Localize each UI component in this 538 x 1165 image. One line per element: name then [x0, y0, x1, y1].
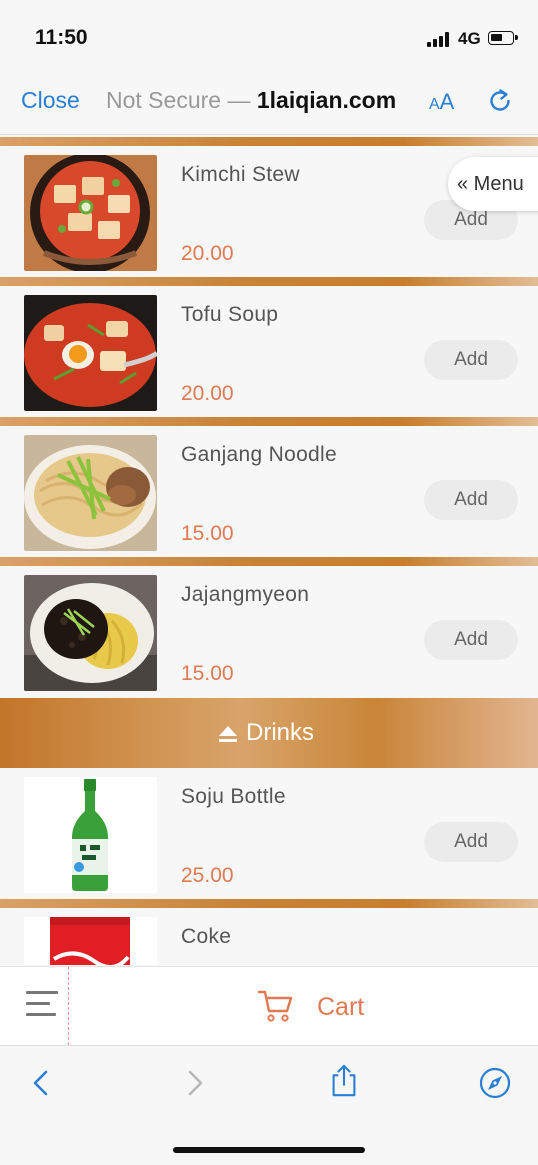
- jajangmyeon-photo: [24, 575, 157, 691]
- compass-icon[interactable]: [478, 1066, 512, 1100]
- add-tofu-soup-button[interactable]: Add: [424, 340, 518, 380]
- menu-item-coke: Coke: [0, 908, 538, 965]
- menu-list: Kimchi Stew 20.00 Add Tofu Soup 20.00 Ad…: [0, 135, 538, 965]
- cart-button[interactable]: Cart: [317, 993, 364, 1022]
- item-divider: [0, 417, 538, 426]
- item-divider: [0, 137, 538, 146]
- eject-icon: [219, 725, 237, 742]
- item-price: 25.00: [181, 864, 234, 887]
- item-price: 15.00: [181, 662, 234, 685]
- site-domain: 1laiqian.com: [256, 87, 397, 113]
- item-name: Soju Bottle: [181, 785, 286, 808]
- soju-bottle-photo: [24, 777, 157, 893]
- status-bar: 11:50 4G: [0, 0, 538, 72]
- kimchi-stew-photo: [24, 155, 157, 271]
- cart-icon[interactable]: [257, 989, 293, 1023]
- item-name: Ganjang Noodle: [181, 443, 337, 466]
- menu-item-ganjang-noodle: Ganjang Noodle 15.00 Add: [0, 426, 538, 557]
- item-price: 15.00: [181, 522, 234, 545]
- battery-icon: [488, 31, 518, 45]
- reload-icon[interactable]: [486, 87, 514, 115]
- menu-toggle-button[interactable]: « Menu: [448, 157, 538, 211]
- menu-item-tofu-soup: Tofu Soup 20.00 Add: [0, 286, 538, 417]
- add-soju-bottle-button[interactable]: Add: [424, 822, 518, 862]
- item-name: Kimchi Stew: [181, 163, 300, 186]
- back-icon[interactable]: [24, 1066, 58, 1100]
- status-time: 11:50: [35, 26, 88, 49]
- menu-item-jajangmyeon: Jajangmyeon 15.00 Add: [0, 566, 538, 697]
- item-name: Tofu Soup: [181, 303, 279, 326]
- text-size-button[interactable]: AA: [429, 89, 454, 115]
- menu-item-soju-bottle: Soju Bottle 25.00 Add: [0, 768, 538, 899]
- home-indicator: [173, 1147, 365, 1153]
- text-size-small: A: [429, 96, 440, 113]
- add-ganjang-noodle-button[interactable]: Add: [424, 480, 518, 520]
- tofu-soup-photo: [24, 295, 157, 411]
- item-price: 20.00: [181, 242, 234, 265]
- divider: [68, 967, 69, 1045]
- add-jajangmyeon-button[interactable]: Add: [424, 620, 518, 660]
- text-size-large: A: [439, 89, 455, 114]
- share-icon[interactable]: [327, 1064, 361, 1098]
- hamburger-menu-icon[interactable]: [26, 991, 58, 1019]
- cart-bar: Cart: [0, 966, 538, 1045]
- item-divider: [0, 557, 538, 566]
- network-type: 4G: [458, 29, 481, 48]
- category-name: Drinks: [246, 719, 315, 746]
- ganjang-noodle-photo: [24, 435, 157, 551]
- forward-icon[interactable]: [178, 1066, 212, 1100]
- signal-icon: [427, 32, 453, 47]
- browser-header: Close Not Secure — 1laiqian.com AA: [0, 72, 538, 135]
- item-name: Jajangmyeon: [181, 583, 310, 606]
- category-header-drinks: Drinks: [0, 698, 538, 768]
- coke-photo: [24, 917, 157, 965]
- item-divider: [0, 277, 538, 286]
- not-secure-label: Not Secure —: [106, 87, 257, 113]
- item-divider: [0, 899, 538, 908]
- item-name: Coke: [181, 925, 232, 948]
- close-button[interactable]: Close: [21, 87, 80, 114]
- address-bar[interactable]: Not Secure — 1laiqian.com: [106, 87, 396, 114]
- item-price: 20.00: [181, 382, 234, 405]
- browser-toolbar: [0, 1045, 538, 1165]
